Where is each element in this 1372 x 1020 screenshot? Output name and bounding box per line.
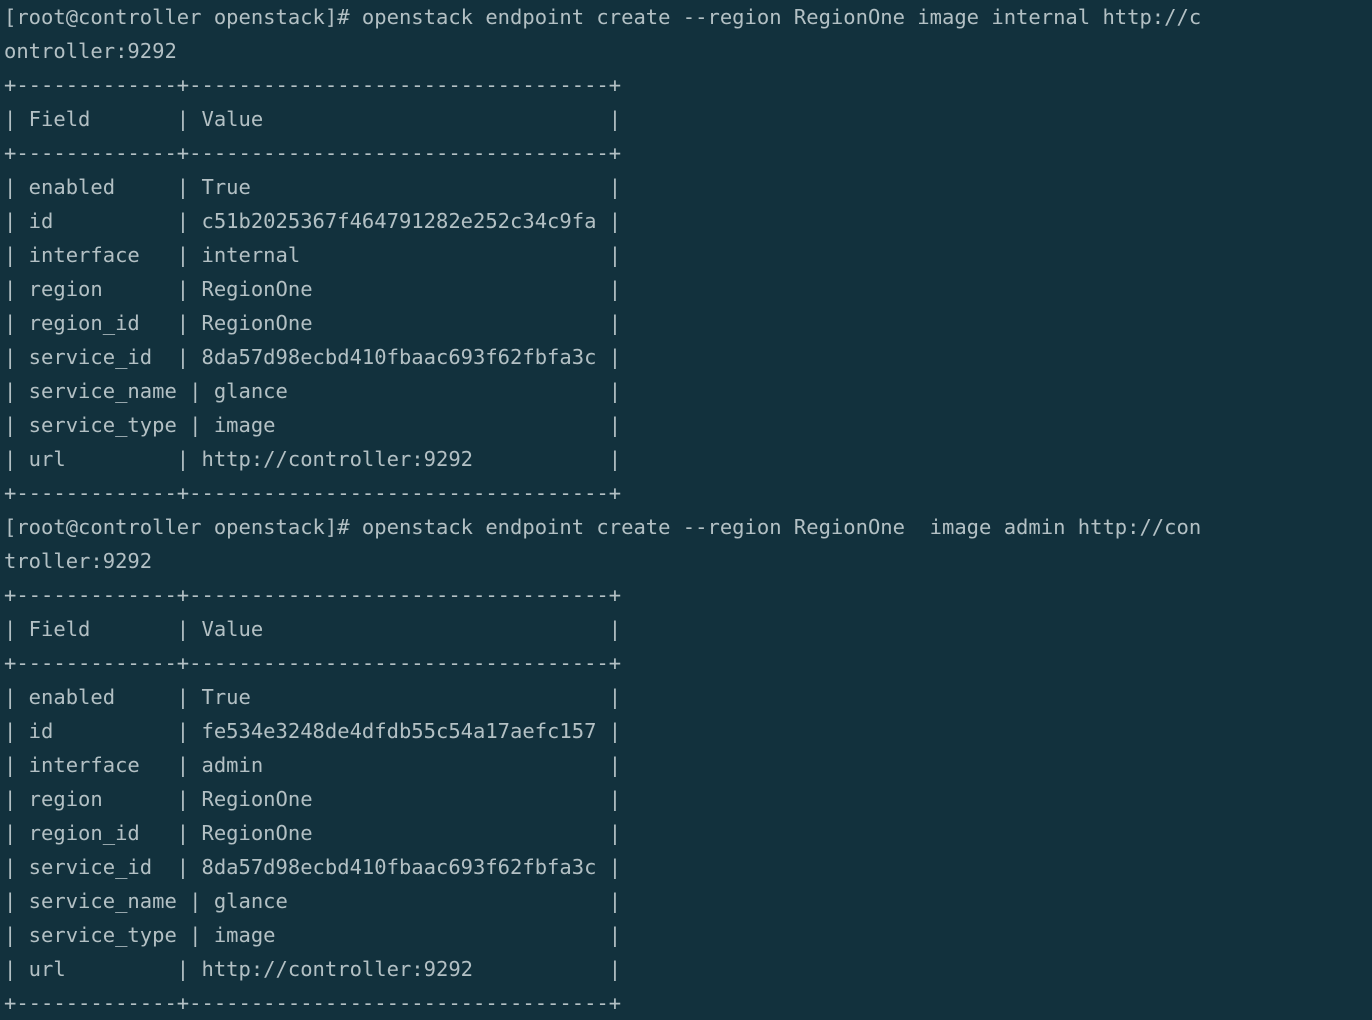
table-row: | service_id | 8da57d98ecbd410fbaac693f6… <box>4 345 622 369</box>
table-1-top-border: +-------------+-------------------------… <box>4 73 622 97</box>
terminal-line-command-1a: [root@controller openstack]# openstack e… <box>4 5 1202 29</box>
terminal-line-command-1b: ontroller:9292 <box>4 39 177 63</box>
table-2-bottom-border: +-------------+-------------------------… <box>4 991 622 1015</box>
table-row: | id | fe534e3248de4dfdb55c54a17aefc157 … <box>4 719 622 743</box>
table-row: | service_type | image | <box>4 413 622 437</box>
table-2-header-separator: +-------------+-------------------------… <box>4 651 622 675</box>
table-1-bottom-border: +-------------+-------------------------… <box>4 481 622 505</box>
table-row: | region_id | RegionOne | <box>4 311 622 335</box>
table-row: | region | RegionOne | <box>4 787 622 811</box>
table-row: | id | c51b2025367f464791282e252c34c9fa … <box>4 209 622 233</box>
terminal-screen[interactable]: [root@controller openstack]# openstack e… <box>0 0 1372 1020</box>
table-2-header-row: | Field | Value | <box>4 617 622 641</box>
table-row: | service_name | glance | <box>4 379 622 403</box>
table-row: | service_id | 8da57d98ecbd410fbaac693f6… <box>4 855 622 879</box>
table-row: | enabled | True | <box>4 175 622 199</box>
table-row: | service_type | image | <box>4 923 622 947</box>
terminal-line-command-2b: troller:9292 <box>4 549 153 573</box>
table-row: | region | RegionOne | <box>4 277 622 301</box>
table-1-header-row: | Field | Value | <box>4 107 622 131</box>
table-row: | region_id | RegionOne | <box>4 821 622 845</box>
terminal-line-command-2a: [root@controller openstack]# openstack e… <box>4 515 1202 539</box>
table-row: | service_name | glance | <box>4 889 622 913</box>
table-row: | url | http://controller:9292 | <box>4 957 622 981</box>
table-row: | interface | admin | <box>4 753 622 777</box>
table-row: | enabled | True | <box>4 685 622 709</box>
table-1-header-separator: +-------------+-------------------------… <box>4 141 622 165</box>
table-row: | interface | internal | <box>4 243 622 267</box>
table-2-top-border: +-------------+-------------------------… <box>4 583 622 607</box>
table-row: | url | http://controller:9292 | <box>4 447 622 471</box>
